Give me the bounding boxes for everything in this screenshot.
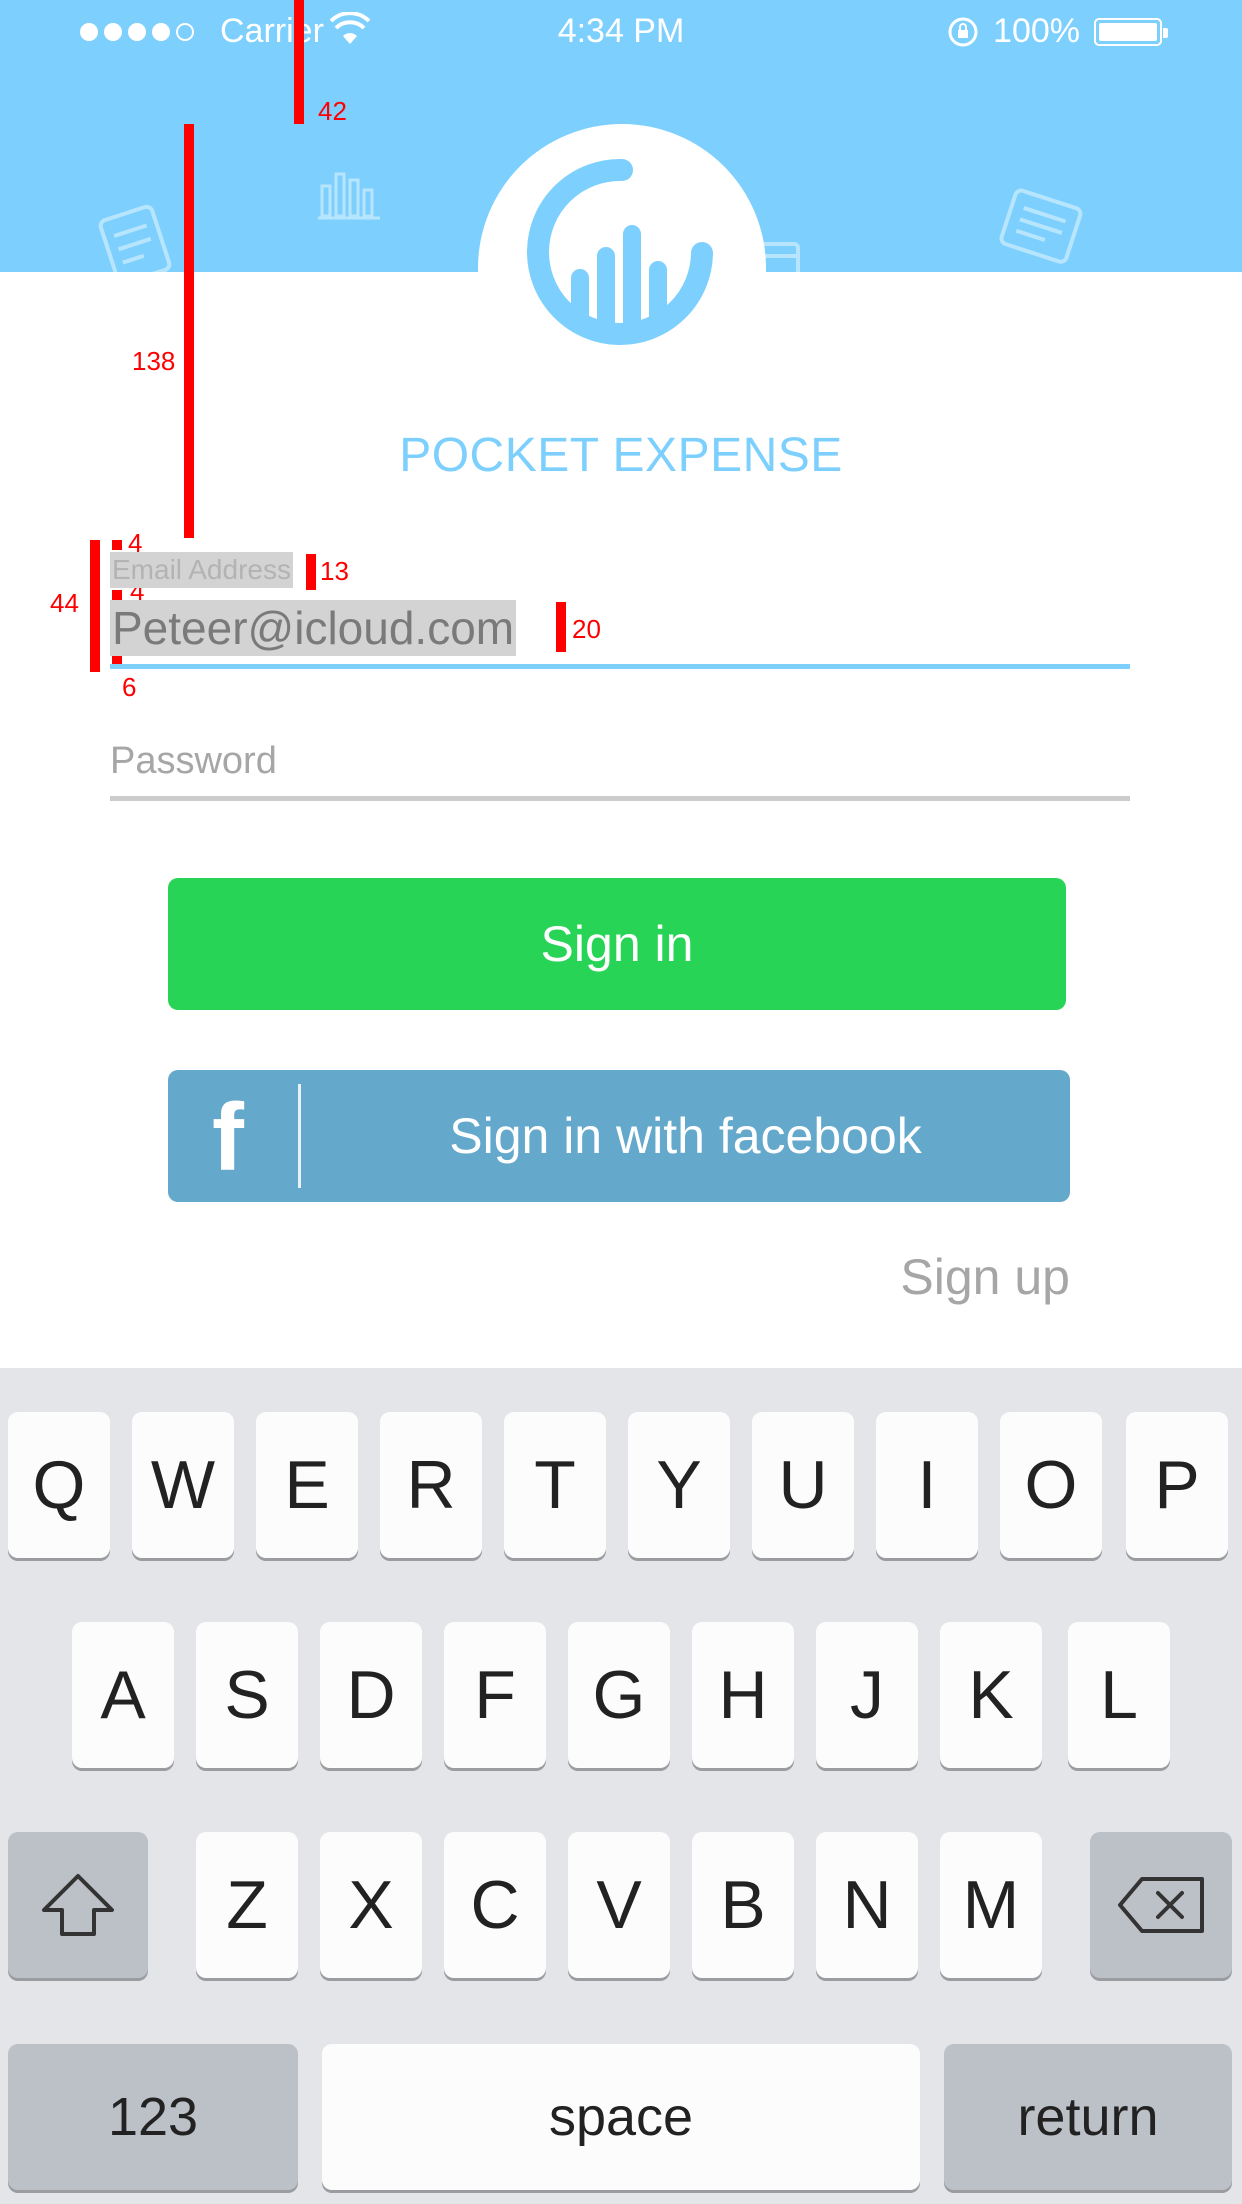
key-d[interactable]: D	[320, 1622, 422, 1768]
document-icon	[999, 188, 1083, 264]
key-v[interactable]: V	[568, 1832, 670, 1978]
key-w[interactable]: W	[132, 1412, 234, 1558]
key-n[interactable]: N	[816, 1832, 918, 1978]
key-q[interactable]: Q	[8, 1412, 110, 1558]
key-g[interactable]: G	[568, 1622, 670, 1768]
email-field[interactable]: Peteer@icloud.com	[110, 600, 517, 656]
key-o[interactable]: O	[1000, 1412, 1102, 1558]
key-l[interactable]: L	[1068, 1622, 1170, 1768]
bar-chart-icon	[318, 172, 380, 220]
receipt-icon	[98, 204, 172, 272]
key-z[interactable]: Z	[196, 1832, 298, 1978]
key-c[interactable]: C	[444, 1832, 546, 1978]
password-field[interactable]: Password	[110, 740, 277, 783]
email-field-label: Email Address	[110, 552, 293, 588]
shift-key[interactable]	[8, 1832, 148, 1978]
annotation-label: 6	[122, 672, 137, 702]
annotation-mark	[112, 540, 122, 550]
key-k[interactable]: K	[940, 1622, 1042, 1768]
shift-arrow-icon	[42, 1874, 114, 1936]
key-j[interactable]: J	[816, 1622, 918, 1768]
status-bar: Carrier 4:34 PM 100%	[0, 0, 1242, 60]
facebook-button-label: Sign in with facebook	[449, 1108, 922, 1164]
return-key[interactable]: return	[944, 2044, 1232, 2190]
sign-in-button[interactable]: Sign in	[168, 878, 1066, 1010]
annotation-label: 42	[318, 96, 347, 126]
key-f[interactable]: F	[444, 1622, 546, 1768]
battery-icon	[1094, 17, 1168, 46]
annotation-mark	[294, 0, 304, 124]
facebook-icon: f	[212, 1084, 244, 1191]
annotation-label: 13	[320, 556, 349, 586]
key-p[interactable]: P	[1126, 1412, 1228, 1558]
facebook-sign-in-button[interactable]: f Sign in with facebook	[168, 1070, 1070, 1202]
key-e[interactable]: E	[256, 1412, 358, 1558]
key-i[interactable]: I	[876, 1412, 978, 1558]
numbers-key[interactable]: 123	[8, 2044, 298, 2190]
key-u[interactable]: U	[752, 1412, 854, 1558]
key-s[interactable]: S	[196, 1622, 298, 1768]
annotation-mark	[112, 590, 122, 600]
annotation-mark	[90, 540, 100, 672]
annotation-label: 20	[572, 614, 601, 644]
key-b[interactable]: B	[692, 1832, 794, 1978]
battery-percent: 100%	[993, 12, 1080, 50]
app-logo	[478, 124, 766, 412]
key-h[interactable]: H	[692, 1622, 794, 1768]
key-r[interactable]: R	[380, 1412, 482, 1558]
annotation-label: 138	[132, 346, 176, 376]
key-x[interactable]: X	[320, 1832, 422, 1978]
key-t[interactable]: T	[504, 1412, 606, 1558]
status-right: 100%	[947, 12, 1168, 51]
logo-chart-icon	[527, 158, 713, 345]
sign-up-link[interactable]: Sign up	[900, 1248, 1070, 1306]
space-key[interactable]: space	[322, 2044, 920, 2190]
password-field-underline	[110, 796, 1130, 801]
annotation-mark	[556, 602, 566, 652]
key-m[interactable]: M	[940, 1832, 1042, 1978]
sign-in-button-label: Sign in	[540, 916, 694, 972]
annotation-mark	[184, 124, 194, 538]
backspace-icon	[1118, 1877, 1204, 1933]
keyboard: Q W E R T Y U I O P A S D F G H J K L Z …	[0, 1368, 1242, 2204]
email-field-underline	[110, 664, 1130, 669]
key-a[interactable]: A	[72, 1622, 174, 1768]
annotation-mark	[306, 554, 316, 590]
rotation-lock-icon	[948, 17, 978, 46]
annotation-label: 44	[50, 588, 79, 618]
delete-key[interactable]	[1090, 1832, 1232, 1978]
key-y[interactable]: Y	[628, 1412, 730, 1558]
